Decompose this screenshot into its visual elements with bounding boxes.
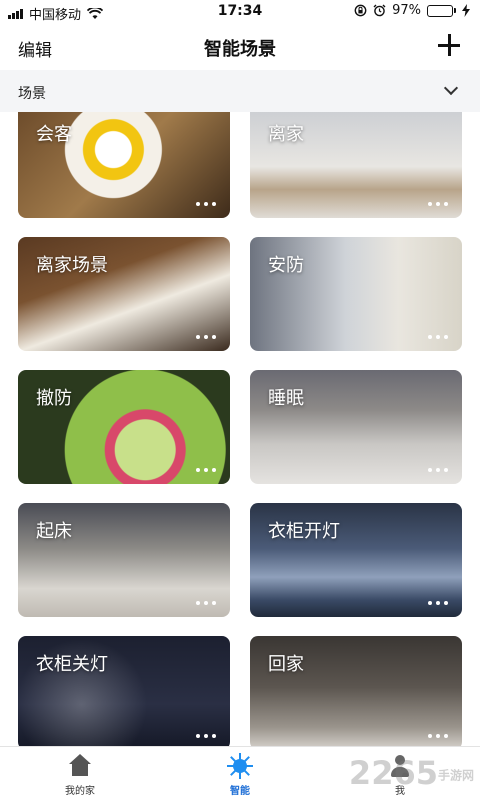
section-label: 场景 (18, 86, 46, 102)
nav-home[interactable]: 我的家 (30, 753, 130, 797)
scene-card[interactable]: 回家 (250, 636, 462, 746)
nav-home-label: 我的家 (65, 786, 95, 797)
home-icon (67, 753, 93, 779)
add-scene-button[interactable] (436, 32, 462, 58)
scene-card[interactable]: 撤防 (18, 370, 230, 484)
more-icon[interactable] (428, 335, 448, 339)
watermark: 2265手游网 (349, 754, 474, 792)
scene-card[interactable]: 安防 (250, 237, 462, 351)
alarm-icon (373, 4, 386, 17)
scene-name: 睡眠 (268, 388, 304, 409)
more-icon[interactable] (196, 468, 216, 472)
scene-name: 离家 (268, 124, 304, 145)
more-icon[interactable] (428, 734, 448, 738)
lock-rotation-icon (354, 4, 367, 17)
battery-icon (427, 4, 456, 17)
scene-name: 撤防 (36, 388, 72, 409)
more-icon[interactable] (428, 202, 448, 206)
nav-smart[interactable]: 智能 (190, 753, 290, 797)
scene-card[interactable]: 离家 (250, 112, 462, 218)
scene-grid: 会客 离家 离家场景 安防 撤防 睡眠 起床 衣柜开灯 衣柜关灯 回家 (0, 112, 480, 746)
scene-name: 安防 (268, 255, 304, 276)
scene-name: 离家场景 (36, 255, 108, 276)
scene-name: 回家 (268, 654, 304, 675)
battery-percent: 97% (392, 3, 421, 18)
status-bar: 中国移动 17:34 97% (0, 0, 480, 24)
scene-card[interactable]: 睡眠 (250, 370, 462, 484)
smart-icon (227, 753, 253, 779)
chevron-down-icon[interactable] (443, 80, 459, 96)
scene-card[interactable]: 会客 (18, 112, 230, 218)
more-icon[interactable] (428, 601, 448, 605)
more-icon[interactable] (428, 468, 448, 472)
header: 编辑 智能场景 (0, 24, 480, 70)
more-icon[interactable] (196, 601, 216, 605)
scene-card[interactable]: 衣柜开灯 (250, 503, 462, 617)
scene-name: 衣柜关灯 (36, 654, 108, 675)
watermark-sub: 手游网 (437, 768, 474, 783)
page-title: 智能场景 (204, 39, 276, 60)
scene-card[interactable]: 离家场景 (18, 237, 230, 351)
scene-name: 会客 (36, 124, 72, 145)
more-icon[interactable] (196, 734, 216, 738)
watermark-main: 2265 (348, 754, 438, 792)
nav-smart-label: 智能 (230, 786, 250, 797)
scene-card[interactable]: 起床 (18, 503, 230, 617)
more-icon[interactable] (196, 335, 216, 339)
scene-name: 起床 (36, 521, 72, 542)
scene-name: 衣柜开灯 (268, 521, 340, 542)
scene-section-header[interactable]: 场景 (0, 70, 480, 112)
more-icon[interactable] (196, 202, 216, 206)
status-right: 97% (354, 3, 470, 18)
charging-icon (462, 4, 470, 17)
scene-card[interactable]: 衣柜关灯 (18, 636, 230, 746)
